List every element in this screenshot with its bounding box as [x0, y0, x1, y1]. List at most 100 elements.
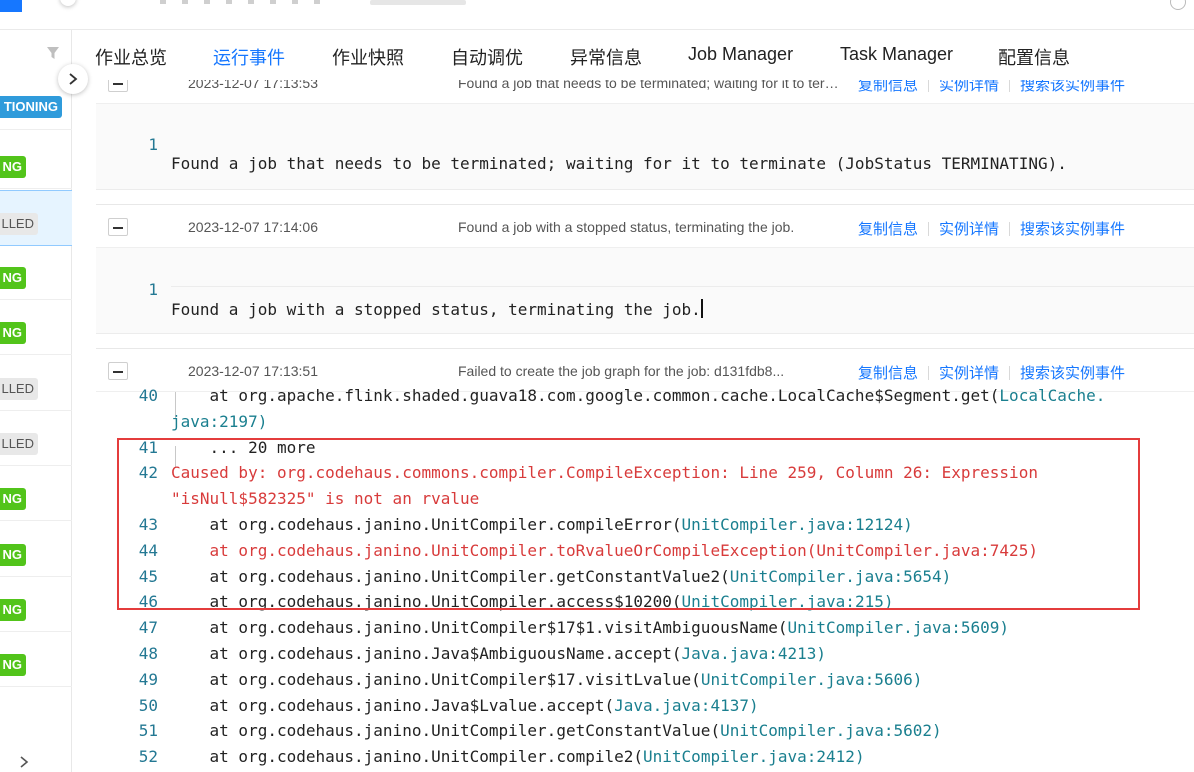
- tab-snapshots[interactable]: 作业快照: [332, 44, 404, 70]
- copy-info-link[interactable]: 复制信息: [858, 365, 918, 382]
- log-line: at org.codehaus.janino.UnitCompiler$17$1…: [171, 618, 1010, 638]
- status-badge: NG: [0, 156, 26, 178]
- search-instance-events-link[interactable]: 搜索该实例事件: [1020, 365, 1125, 382]
- status-badge: LLED: [0, 213, 38, 235]
- search-instance-events-link[interactable]: 搜索该实例事件: [1020, 221, 1125, 238]
- app-logo-block[interactable]: [0, 0, 22, 12]
- instance-detail-link[interactable]: 实例详情: [939, 221, 999, 238]
- line-number: 42: [138, 463, 158, 483]
- log-line: Caused by: org.codehaus.commons.compiler…: [171, 463, 1038, 482]
- source-file-ref: UnitCompiler.java:5602): [720, 721, 942, 741]
- line-number: 50: [138, 695, 158, 715]
- header-tag: [370, 0, 466, 5]
- tab-overview[interactable]: 作业总览: [95, 44, 167, 70]
- avatar[interactable]: [60, 0, 76, 6]
- tab-autotune[interactable]: 自动调优: [451, 44, 523, 70]
- expand-panel-button[interactable]: [58, 64, 88, 94]
- event-list: 2023-12-07 17:13:53 Found a job that nee…: [96, 80, 1194, 772]
- log-line: at org.codehaus.janino.Java$AmbiguousNam…: [171, 644, 827, 663]
- instance-list-item[interactable]: LLED: [0, 411, 72, 466]
- collapse-button[interactable]: [108, 218, 128, 236]
- tab-job-manager[interactable]: Job Manager: [688, 44, 793, 65]
- source-file-ref: UnitCompiler.java:12124): [681, 515, 913, 534]
- copy-info-link[interactable]: 复制信息: [858, 221, 918, 238]
- event-summary: Found a job with a stopped status, termi…: [458, 219, 795, 235]
- instance-list-item[interactable]: NG: [0, 466, 72, 521]
- status-badge: NG: [0, 322, 26, 344]
- top-header-strip: [0, 0, 1194, 30]
- instance-list-item[interactable]: NG: [0, 245, 72, 300]
- search-instance-events-link[interactable]: 搜索该实例事件: [1020, 80, 1125, 94]
- tab-configuration[interactable]: 配置信息: [998, 44, 1070, 70]
- log-line-text: at org.codehaus.janino.UnitCompiler$17$1…: [171, 618, 788, 638]
- status-badge: NG: [0, 599, 26, 621]
- log-line-text: Caused by: org.codehaus.commons.compiler…: [171, 463, 1038, 483]
- log-line: Found a job that needs to be terminated;…: [171, 154, 1067, 173]
- source-file-ref: UnitCompiler.java:5609): [787, 618, 1010, 638]
- source-file-ref: UnitCompiler.java:5654): [729, 566, 952, 586]
- help-icon[interactable]: [1170, 0, 1186, 10]
- text-cursor: [700, 299, 703, 318]
- line-number: 52: [138, 747, 158, 767]
- instance-list-item[interactable]: NG: [0, 577, 72, 632]
- log-line: ... 20 more: [171, 438, 316, 457]
- breadcrumb: [160, 0, 320, 4]
- chevron-right-icon[interactable]: [18, 756, 30, 768]
- tab-events[interactable]: 运行事件: [213, 44, 285, 70]
- event-time: 2023-12-07 17:13:51: [188, 363, 318, 379]
- log-line: at org.codehaus.janino.UnitCompiler.getC…: [171, 566, 952, 586]
- log-line: at org.codehaus.janino.UnitCompiler.comp…: [171, 747, 865, 766]
- event-summary: Failed to create the job graph for the j…: [458, 363, 785, 379]
- log-line-text: at org.codehaus.janino.Java$Lvalue.accep…: [171, 695, 615, 715]
- status-badge: NG: [0, 488, 26, 510]
- log-line-text: at org.codehaus.janino.UnitCompiler.getC…: [171, 721, 721, 741]
- log-line-text: at org.codehaus.janino.Java$AmbiguousNam…: [171, 644, 682, 663]
- log-line-text: at org.codehaus.janino.UnitCompiler.toRv…: [171, 540, 1038, 560]
- chevron-right-icon: [69, 73, 78, 85]
- instance-list-item[interactable]: NG: [0, 300, 72, 355]
- event-log-content[interactable]: 1 Found a job that needs to be terminate…: [96, 104, 1194, 190]
- tab-task-manager[interactable]: Task Manager: [840, 44, 953, 65]
- instance-list-item[interactable]: LLED: [0, 356, 72, 411]
- source-file-ref: UnitCompiler.java:2412): [643, 747, 865, 767]
- instance-detail-link[interactable]: 实例详情: [939, 80, 999, 94]
- filter-icon[interactable]: [46, 46, 60, 60]
- line-number: 41: [138, 437, 158, 457]
- log-line-text: at org.codehaus.janino.UnitCompiler.getC…: [171, 566, 730, 586]
- event-summary: Found a job that needs to be terminated;…: [458, 80, 840, 91]
- log-line-text: at org.codehaus.janino.UnitCompiler.comp…: [171, 747, 644, 767]
- line-number: 51: [138, 721, 158, 741]
- event-header: 2023-12-07 17:13:53 Found a job that nee…: [96, 80, 1194, 104]
- log-line: "isNull$582325" is not an rvalue: [171, 489, 479, 508]
- event-log-content[interactable]: 1 Found a job with a stopped status, ter…: [96, 248, 1194, 334]
- instance-list-item[interactable]: NG: [0, 522, 72, 577]
- status-badge: NG: [0, 267, 26, 289]
- log-line-text: ... 20 more: [171, 437, 316, 457]
- instance-list-item[interactable]: NG: [0, 134, 72, 189]
- stack-trace-content[interactable]: 40 at org.apache.flink.shaded.guava18.co…: [96, 386, 1194, 772]
- line-number: 44: [138, 540, 158, 560]
- event-time: 2023-12-07 17:13:53: [188, 80, 318, 91]
- collapse-button[interactable]: [108, 80, 128, 92]
- log-line-text: "isNull$582325" is not an rvalue: [171, 489, 480, 509]
- source-file-ref: UnitCompiler.java:215): [681, 592, 894, 612]
- source-file-ref: UnitCompiler.java:5606): [700, 669, 923, 689]
- instance-list-item[interactable]: NG: [0, 632, 72, 687]
- event-header: 2023-12-07 17:14:06 Found a job with a s…: [96, 204, 1194, 248]
- instance-list-panel: TIONING NG LLED NG NG LLED LLED NG NG NG NG: [0, 30, 72, 772]
- log-line-text: at org.codehaus.janino.UnitCompiler$17.v…: [171, 669, 701, 689]
- status-badge: TIONING: [0, 96, 62, 118]
- line-number: 45: [138, 566, 158, 586]
- instance-detail-link[interactable]: 实例详情: [939, 365, 999, 382]
- status-badge: LLED: [0, 378, 38, 400]
- log-line: at org.codehaus.janino.Java$Lvalue.accep…: [171, 696, 759, 715]
- status-badge: NG: [0, 544, 26, 566]
- tab-exceptions[interactable]: 异常信息: [570, 44, 642, 70]
- log-line: at org.codehaus.janino.UnitCompiler$17.v…: [171, 669, 923, 689]
- line-number: 47: [138, 618, 158, 638]
- status-badge: LLED: [0, 433, 38, 455]
- instance-list-item[interactable]: LLED: [0, 190, 72, 246]
- copy-info-link[interactable]: 复制信息: [858, 80, 918, 94]
- log-line-text: at org.codehaus.janino.UnitCompiler.acce…: [171, 592, 682, 612]
- collapse-button[interactable]: [108, 362, 128, 380]
